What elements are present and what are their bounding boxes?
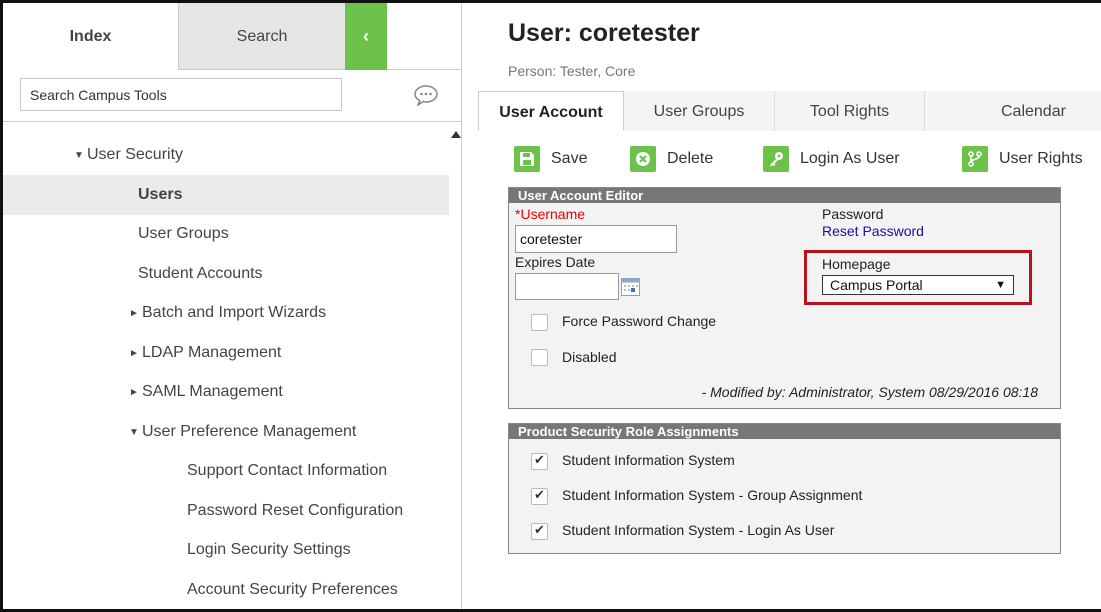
tree-item-label: Users <box>138 185 183 203</box>
tree-item-label: Batch and Import Wizards <box>142 304 327 321</box>
login-as-user-button[interactable]: Login As User <box>763 141 900 177</box>
page-subtitle: Person: Tester, Core <box>508 63 636 79</box>
role-checkbox-sis-login[interactable] <box>531 522 548 540</box>
collapse-panel-button[interactable]: ‹ <box>345 3 387 70</box>
role-checkbox-sis[interactable] <box>531 452 548 470</box>
role-assignments-header: Product Security Role Assignments <box>509 424 1060 439</box>
username-label-text: Username <box>520 206 586 222</box>
toolbar: Save Delete Login As User User Rights <box>508 141 1101 177</box>
role-label-sis: Student Information System <box>562 452 735 468</box>
tree-scrollbar[interactable] <box>449 123 461 609</box>
tree-item[interactable]: ► Batch and Import Wizards <box>3 293 449 333</box>
tree-item-label: Support Contact Information <box>187 462 388 479</box>
key-icon <box>763 146 789 172</box>
user-rights-button[interactable]: User Rights <box>962 141 1083 177</box>
fork-icon <box>962 146 988 172</box>
tree-item-label: User Security <box>87 146 184 163</box>
tab-user-groups[interactable]: User Groups <box>624 91 775 131</box>
navigation-panel: Index Search ‹ ▼User SecurityUsersUser G… <box>3 3 461 609</box>
chat-bubble-icon[interactable] <box>413 84 439 106</box>
force-password-change-checkbox[interactable] <box>531 314 548 331</box>
tree-item-label: User Preference Management <box>142 422 357 440</box>
dropdown-arrow-icon: ▼ <box>995 279 1006 291</box>
tree-item[interactable]: Login Security Settings <box>3 530 449 570</box>
search-campus-tools-input[interactable] <box>20 78 342 111</box>
tree-item[interactable]: User Groups <box>3 214 449 254</box>
homepage-select[interactable]: Campus Portal ▼ <box>822 275 1014 295</box>
homepage-selected-value: Campus Portal <box>830 277 923 293</box>
username-field[interactable]: coretester <box>515 225 677 253</box>
tree-item-label: User Groups <box>138 225 229 242</box>
caret-right-icon[interactable]: ► <box>129 294 142 334</box>
tree-item-label: Student Accounts <box>138 264 263 282</box>
username-label: *Username <box>515 206 585 222</box>
disabled-checkbox[interactable] <box>531 349 548 366</box>
role-label-sis-login: Student Information System - Login As Us… <box>562 522 835 538</box>
calendar-icon[interactable] <box>621 278 640 296</box>
user-rights-label: User Rights <box>999 150 1083 167</box>
password-label: Password <box>822 206 884 222</box>
tree-item-label: LDAP Management <box>142 343 282 361</box>
force-password-change-label: Force Password Change <box>562 313 717 329</box>
tree-item[interactable]: Password Reset Configuration <box>3 491 449 531</box>
content-tabs: User Account User Groups Tool Rights Cal… <box>478 91 1101 131</box>
tree-item[interactable]: Student Accounts <box>3 254 449 294</box>
disabled-label: Disabled <box>562 349 617 365</box>
tab-tool-rights[interactable]: Tool Rights <box>775 91 925 131</box>
scroll-up-arrow-icon[interactable] <box>451 131 461 138</box>
role-checkbox-sis-group[interactable] <box>531 487 548 505</box>
role-label-sis-group: Student Information System - Group Assig… <box>562 487 863 503</box>
tree-item[interactable]: Account Security Preferences <box>3 570 449 610</box>
nav-tabs: Index Search ‹ <box>3 3 461 70</box>
homepage-label: Homepage <box>822 256 891 272</box>
tree-item[interactable]: Support Contact Information <box>3 451 449 491</box>
save-button[interactable]: Save <box>514 141 587 177</box>
caret-down-icon[interactable]: ▼ <box>74 136 87 176</box>
editor-header: User Account Editor <box>509 188 1060 203</box>
tree-item-label: Account Security Preferences <box>187 580 398 598</box>
save-icon <box>514 146 540 172</box>
caret-right-icon[interactable]: ► <box>129 373 142 413</box>
tree-item-label: Login Security Settings <box>187 541 351 558</box>
tree-item-label: Password Reset Configuration <box>187 501 404 519</box>
tool-tree: ▼ User Security Users User Groups Student Ac… <box>3 123 461 609</box>
delete-button[interactable]: Delete <box>630 141 713 177</box>
delete-icon <box>630 146 656 172</box>
tree-item[interactable]: ► SAML Management <box>3 372 449 412</box>
expires-date-label: Expires Date <box>515 254 596 270</box>
expires-date-field[interactable] <box>515 273 619 300</box>
login-as-user-label: Login As User <box>800 150 900 167</box>
tab-user-account[interactable]: User Account <box>478 91 624 131</box>
tab-search[interactable]: Search <box>179 3 345 70</box>
reset-password-link[interactable]: Reset Password <box>822 223 924 239</box>
tab-spacer <box>387 3 461 70</box>
tab-calendar[interactable]: Calendar <box>925 91 1101 131</box>
save-label: Save <box>551 150 588 167</box>
role-assignments-panel: Product Security Role Assignments Studen… <box>508 423 1061 554</box>
tree-item-label: SAML Management <box>142 383 283 400</box>
caret-down-icon[interactable]: ▼ <box>129 413 142 453</box>
delete-label: Delete <box>667 150 714 167</box>
chevron-left-icon: ‹ <box>363 26 369 46</box>
search-row <box>3 70 461 122</box>
caret-right-icon[interactable]: ► <box>129 334 142 374</box>
content-panel: User: coretester Person: Tester, Core Us… <box>461 3 1101 609</box>
tree-item[interactable]: ▼ User Preference Management <box>3 412 449 452</box>
page-title: User: coretester <box>508 19 700 47</box>
tab-index[interactable]: Index <box>3 3 179 70</box>
modified-by-text: - Modified by: Administrator, System 08/… <box>701 384 1038 400</box>
tree-item[interactable]: Users <box>3 174 449 215</box>
tree-item[interactable]: ▼ User Security <box>3 135 449 175</box>
user-account-editor: User Account Editor *Username coretester… <box>508 187 1061 409</box>
tree-item[interactable]: ► LDAP Management <box>3 333 449 373</box>
